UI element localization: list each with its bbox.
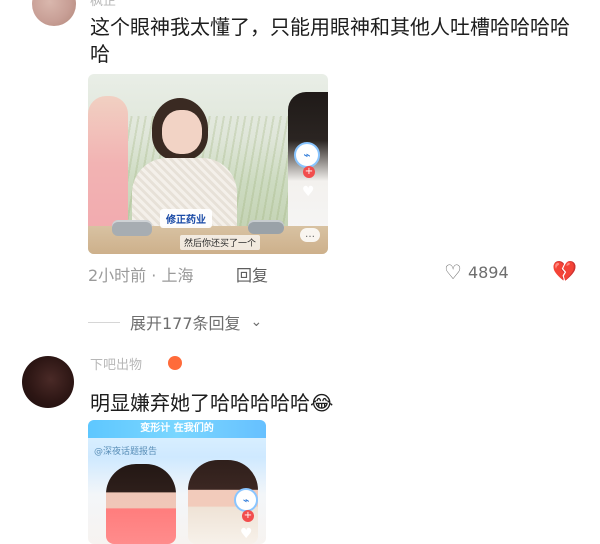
comment-image[interactable]: 修正药业 然后你还买了一个 ⌁ + ♥ … [88,74,328,254]
brand-logo: 修正药业 [160,209,212,228]
plus-icon[interactable]: + [242,510,254,522]
source-label: @深夜话题报告 [94,447,158,457]
divider [88,321,120,323]
face [162,110,202,154]
like-count: 4894 [467,262,509,282]
heart-icon[interactable]: ♥ [240,527,253,541]
expand-replies-label: 展开177条回复 [130,314,241,333]
laughing-emoji-icon: 😂 [310,391,334,415]
vip-badge-icon [168,356,182,370]
more-icon[interactable]: … [300,228,320,242]
video-subtitle: 然后你还买了一个 [180,235,261,250]
broken-heart-icon[interactable]: 💔 [552,261,577,281]
chevron-down-icon: ⌄ [250,314,263,330]
avatar[interactable] [32,0,76,26]
heart-outline-icon: ♡ [444,260,462,284]
heart-icon[interactable]: ♥ [302,185,315,199]
expand-replies[interactable]: 展开177条回复 ⌄ [88,310,262,334]
reply-button[interactable]: 回复 [236,262,268,286]
avatar[interactable] [22,356,74,408]
pot-right [248,220,284,234]
person-left [106,464,176,544]
like-button[interactable]: ♡ 4894 [444,262,509,282]
doll-icon[interactable]: ⌁ [294,142,320,168]
username[interactable]: 枫芷 [90,0,116,9]
comment-text-content: 明显嫌弃她了哈哈哈哈哈 [90,391,310,415]
plus-icon[interactable]: + [303,166,315,178]
username[interactable]: 下吧出物 [90,354,142,373]
comment-text: 这个眼神我太懂了，只能用眼神和其他人吐槽哈哈哈哈哈 [90,15,570,66]
comment-image[interactable]: 变形计 在我们的 @深夜话题报告 ⌁ + ♥ [88,420,266,544]
comment-meta: 2小时前 · 上海 [88,266,194,285]
video-banner: 变形计 在我们的 [88,420,266,438]
pot-left [112,220,152,236]
doll-icon[interactable]: ⌁ [234,488,258,512]
comment-text: 明显嫌弃她了哈哈哈哈哈😂 [90,390,333,417]
